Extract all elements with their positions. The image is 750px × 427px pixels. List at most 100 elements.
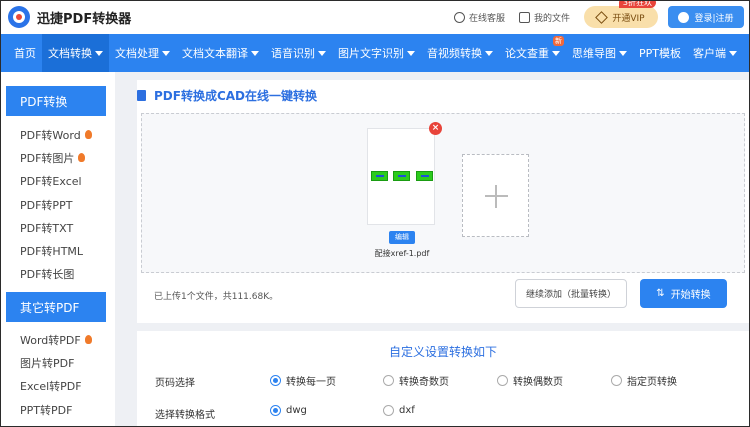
option-even-pages[interactable]: 转换偶数页: [497, 373, 563, 388]
edit-file-button[interactable]: 编辑: [389, 231, 415, 244]
fire-icon: [84, 335, 92, 345]
nav-ocr[interactable]: 图片文字识别: [332, 34, 421, 72]
radio-selected[interactable]: [270, 375, 281, 386]
chevron-down-icon: [729, 50, 737, 56]
sidebar-section-pdf-convert: PDF转换: [6, 86, 106, 116]
vip-promo-badge: 3折狂欢: [618, 0, 656, 8]
sidebar-item-label: PDF转Word: [20, 128, 81, 142]
nav-label: 文档处理: [115, 47, 159, 60]
app-logo[interactable]: 迅捷PDF转换器: [8, 6, 131, 28]
sidebar-item-label: 图片转PDF: [20, 357, 75, 371]
nav-label: 思维导图: [572, 47, 616, 60]
nav-label: 图片文字识别: [338, 47, 404, 60]
radio[interactable]: [611, 375, 622, 386]
login-label: 登录|注册: [694, 13, 734, 24]
option-dwg[interactable]: dwg: [270, 405, 307, 416]
fire-icon: [78, 153, 86, 163]
logo-icon: [8, 6, 30, 28]
nav-speech[interactable]: 语音识别: [265, 34, 332, 72]
my-files-link[interactable]: 我的文件: [518, 11, 570, 24]
sidebar-item-label: PPT转PDF: [20, 403, 73, 417]
sidebar-item-pdf-to-txt[interactable]: PDF转TXT: [0, 216, 115, 239]
chevron-down-icon: [619, 50, 627, 56]
upload-dropzone[interactable]: × 编辑 配接xref-1.pdf: [141, 113, 745, 273]
sidebar-item-label: PDF转长图: [20, 268, 75, 282]
headset-icon: [453, 11, 465, 23]
format-selection-row: 选择转换格式: [155, 405, 269, 421]
nav-label: 首页: [14, 47, 36, 60]
page-title-text: PDF转换成CAD在线一键转换: [154, 88, 318, 103]
sidebar-item-pdf-to-long-image[interactable]: PDF转长图: [0, 263, 115, 286]
sidebar-item-word-to-pdf[interactable]: Word转PDF: [0, 328, 115, 351]
upload-status: 已上传1个文件，共111.68K。: [154, 292, 279, 302]
continue-add-button[interactable]: 继续添加（批量转换）: [515, 279, 627, 308]
option-dxf[interactable]: dxf: [383, 405, 415, 416]
nav-label: 语音识别: [271, 47, 315, 60]
converter-panel: PDF转换成CAD在线一键转换 × 编辑 配接xref-1.pdf 已上传1个文…: [137, 80, 749, 323]
option-odd-pages[interactable]: 转换奇数页: [383, 373, 449, 388]
radio-selected[interactable]: [270, 405, 281, 416]
option-label: 转换每一页: [286, 377, 336, 388]
start-convert-label: 开始转换: [670, 290, 711, 301]
option-label: dwg: [286, 405, 307, 416]
sidebar-item-pdf-to-image[interactable]: PDF转图片: [0, 146, 115, 169]
sidebar-item-ppt-to-pdf[interactable]: PPT转PDF: [0, 398, 115, 421]
sidebar-item-image-to-pdf[interactable]: 图片转PDF: [0, 351, 115, 374]
nav-label: 文档文本翻译: [182, 47, 248, 60]
file-preview-card[interactable]: [367, 128, 435, 225]
document-icon: [137, 89, 146, 101]
remove-file-icon[interactable]: ×: [429, 122, 442, 135]
sidebar-item-label: PDF转PPT: [20, 198, 73, 212]
option-every-page[interactable]: 转换每一页: [270, 373, 336, 388]
app-name: 迅捷PDF转换器: [37, 11, 132, 27]
conversion-settings: 自定义设置转换如下 页码选择 转换每一页 转换奇数页 转换偶数页 指定页转换 选…: [137, 331, 749, 427]
nav-client[interactable]: 客户端: [687, 34, 743, 72]
login-register-button[interactable]: 登录|注册: [668, 6, 744, 28]
radio[interactable]: [383, 405, 394, 416]
sidebar-item-pdf-to-excel[interactable]: PDF转Excel: [0, 170, 115, 193]
option-label: dxf: [399, 405, 415, 416]
nav-home[interactable]: 首页: [8, 34, 42, 72]
chevron-down-icon: [552, 50, 560, 56]
radio[interactable]: [383, 375, 394, 386]
new-badge: 新: [553, 36, 564, 46]
sidebar-item-label: Excel转PDF: [20, 380, 82, 394]
page-title: PDF转换成CAD在线一键转换: [137, 80, 749, 110]
nav-ppt-template[interactable]: PPT模板: [633, 34, 687, 72]
nav-doc-convert[interactable]: 文档转换: [42, 34, 109, 72]
nav-label: 客户端: [693, 47, 726, 60]
sidebar-item-label: Word转PDF: [20, 333, 81, 347]
option-specific-pages[interactable]: 指定页转换: [611, 373, 677, 388]
sidebar-item-pdf-to-word[interactable]: PDF转Word: [0, 123, 115, 146]
nav-mindmap[interactable]: 思维导图: [566, 34, 633, 72]
option-label: 转换奇数页: [399, 377, 449, 388]
chevron-down-icon: [318, 50, 326, 56]
page-thumbnail: [371, 171, 388, 181]
nav-label: PPT模板: [639, 47, 681, 60]
sidebar: PDF转换 PDF转Word PDF转图片 PDF转Excel PDF转PPT …: [0, 72, 115, 427]
nav-plagiarism[interactable]: 新论文查重: [499, 34, 566, 72]
vip-label: 开通VIP: [612, 13, 645, 24]
nav-translate[interactable]: 文档文本翻译: [176, 34, 265, 72]
customer-service-link[interactable]: 在线客服: [453, 11, 505, 24]
diamond-icon: [595, 10, 609, 24]
sidebar-item-pdf-to-html[interactable]: PDF转HTML: [0, 239, 115, 262]
start-convert-button[interactable]: ⇅ 开始转换: [640, 279, 727, 308]
sidebar-item-label: PDF转HTML: [20, 245, 84, 259]
top-header: 迅捷PDF转换器 在线客服 我的文件 3折狂欢 开通VIP 登录|注册: [0, 0, 750, 34]
nav-av-convert[interactable]: 音视频转换: [421, 34, 499, 72]
file-name: 配接xref-1.pdf: [374, 249, 430, 258]
sidebar-item-excel-to-pdf[interactable]: Excel转PDF: [0, 375, 115, 398]
radio[interactable]: [497, 375, 508, 386]
customer-service-label: 在线客服: [468, 13, 505, 24]
nav-label: 论文查重: [505, 47, 549, 60]
main-nav: 首页 文档转换 文档处理 文档文本翻译 语音识别 图片文字识别 音视频转换 新论…: [0, 34, 750, 72]
swap-icon: ⇅: [656, 288, 665, 299]
nav-doc-process[interactable]: 文档处理: [109, 34, 176, 72]
sidebar-item-label: PDF转TXT: [20, 221, 74, 235]
chevron-down-icon: [251, 50, 259, 56]
sidebar-item-pdf-to-ppt[interactable]: PDF转PPT: [0, 193, 115, 216]
add-file-button[interactable]: [462, 154, 529, 237]
vip-button[interactable]: 3折狂欢 开通VIP: [584, 0, 658, 28]
chevron-down-icon: [162, 50, 170, 56]
